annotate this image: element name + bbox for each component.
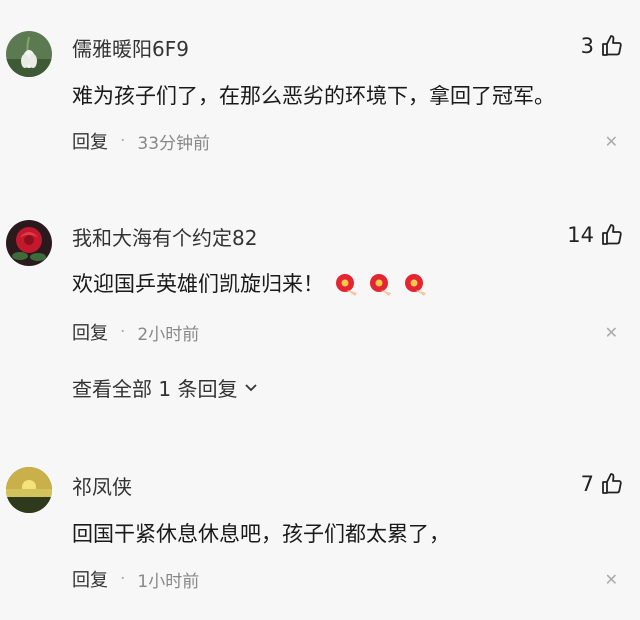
view-all-replies-label: 查看全部 1 条回复 [72, 377, 238, 401]
thumbs-up-icon [602, 473, 622, 494]
like-button[interactable]: 7 [581, 472, 624, 496]
comment-meta: 回复 · 33分钟前 [72, 128, 210, 154]
comment-meta: 回复 · 1小时前 [72, 566, 199, 592]
timestamp: 33分钟前 [137, 133, 211, 154]
like-count: 3 [580, 34, 594, 58]
thumbs-up-icon [602, 35, 622, 56]
reply-button[interactable]: 回复 [72, 566, 108, 592]
close-icon[interactable]: ✕ [605, 132, 618, 151]
separator-dot: · [120, 569, 126, 589]
comment-text-body: 欢迎国乒英雄们凯旋归来！ [72, 272, 324, 296]
like-count: 14 [567, 223, 594, 247]
reply-button[interactable]: 回复 [72, 128, 108, 154]
close-icon[interactable]: ✕ [605, 570, 618, 589]
flower-emoji [370, 274, 392, 296]
comment-text: 欢迎国乒英雄们凯旋归来！ [72, 268, 428, 298]
red-rose-avatar [6, 220, 52, 266]
username[interactable]: 祁凤侠 [72, 471, 132, 500]
close-icon[interactable]: ✕ [605, 323, 618, 342]
timestamp: 1小时前 [137, 571, 200, 592]
separator-dot: · [120, 131, 126, 151]
avatar[interactable] [6, 31, 52, 77]
like-button[interactable]: 14 [567, 223, 624, 247]
like-count: 7 [580, 472, 594, 496]
sunset-lake-avatar [6, 467, 52, 513]
separator-dot: · [120, 322, 126, 342]
avatar[interactable] [6, 467, 52, 513]
username[interactable]: 儒雅暖阳6F9 [72, 33, 189, 62]
username[interactable]: 我和大海有个约定82 [72, 222, 257, 251]
flower-emoji [405, 274, 427, 296]
comment-text: 回国干紧休息休息吧，孩子们都太累了， [72, 522, 450, 546]
avatar[interactable] [6, 220, 52, 266]
comment-meta: 回复 · 2小时前 [72, 319, 199, 345]
reply-button[interactable]: 回复 [72, 319, 108, 345]
timestamp: 2小时前 [137, 324, 200, 345]
snowdrop-flower-avatar [6, 31, 52, 77]
like-button[interactable]: 3 [581, 34, 624, 58]
chevron-down-icon [245, 383, 258, 391]
comment-text: 难为孩子们了，在那么恶劣的环境下，拿回了冠军。 [72, 84, 555, 108]
thumbs-up-icon [602, 224, 622, 245]
view-all-replies-button[interactable]: 查看全部 1 条回复 [72, 373, 259, 402]
flower-emoji [335, 274, 357, 296]
